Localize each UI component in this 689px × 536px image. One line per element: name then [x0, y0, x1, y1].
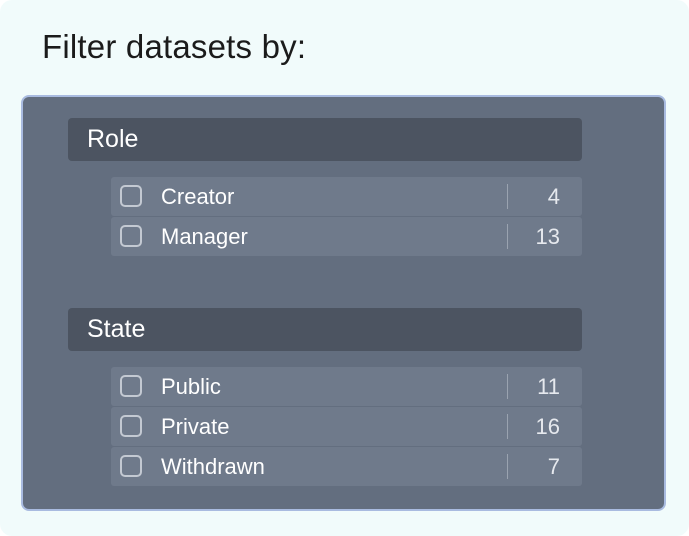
filter-option-label: Public: [161, 374, 221, 399]
filter-option-label: Manager: [161, 224, 248, 249]
filter-option-private[interactable]: Private 16: [111, 407, 582, 446]
checkbox-icon[interactable]: [120, 375, 142, 397]
filter-option-count: 4: [547, 184, 560, 209]
filter-panel: Role Creator 4 Manager 13 State Public 1…: [21, 95, 666, 511]
count-divider: [507, 374, 508, 399]
filter-option-creator[interactable]: Creator 4: [111, 177, 582, 216]
filter-option-label: Withdrawn: [161, 454, 265, 479]
filter-option-label: Private: [161, 414, 230, 439]
filter-option-count: 7: [547, 454, 560, 479]
filter-option-public[interactable]: Public 11: [111, 367, 582, 406]
filter-list-state: Public 11 Private 16 Withdrawn 7: [111, 367, 582, 486]
group-header-state: State: [68, 308, 582, 351]
count-divider: [507, 224, 508, 249]
count-divider: [507, 454, 508, 479]
filter-group-state: State Public 11 Private 16 Withdrawn 7: [68, 308, 582, 487]
filter-option-label: Creator: [161, 184, 235, 209]
group-header-role: Role: [68, 118, 582, 161]
count-divider: [507, 184, 508, 209]
checkbox-icon[interactable]: [120, 225, 142, 247]
filter-option-count: 11: [537, 374, 560, 399]
checkbox-icon[interactable]: [120, 185, 142, 207]
filter-page: Filter datasets by: Role Creator 4 Manag…: [0, 0, 689, 536]
page-title: Filter datasets by:: [42, 28, 307, 65]
filter-option-count: 16: [535, 414, 560, 439]
filter-option-count: 13: [535, 224, 560, 249]
filter-list-role: Creator 4 Manager 13: [111, 177, 582, 256]
filter-group-role: Role Creator 4 Manager 13: [68, 118, 582, 257]
filter-option-withdrawn[interactable]: Withdrawn 7: [111, 447, 582, 486]
filter-option-manager[interactable]: Manager 13: [111, 217, 582, 256]
checkbox-icon[interactable]: [120, 415, 142, 437]
checkbox-icon[interactable]: [120, 455, 142, 477]
count-divider: [507, 414, 508, 439]
